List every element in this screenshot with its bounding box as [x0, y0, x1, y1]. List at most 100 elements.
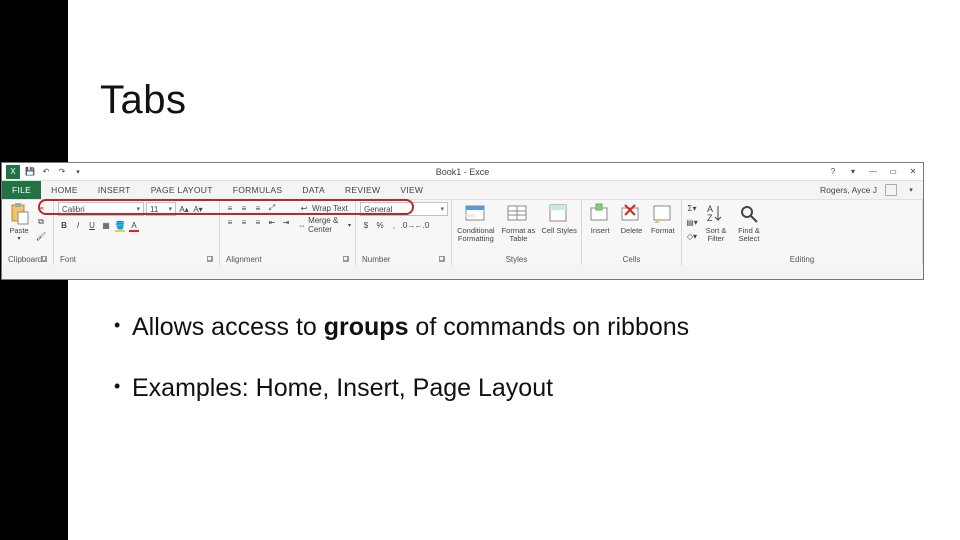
qat-customize-icon[interactable]: ▾ [72, 166, 84, 178]
fill-icon[interactable]: ▤▾ [686, 216, 698, 228]
delete-cells-button[interactable]: Delete [617, 202, 645, 235]
help-icon[interactable]: ? [827, 166, 839, 178]
conditional-formatting-button[interactable]: Conditional Formatting [456, 202, 496, 242]
slide: Tabs X 💾 ↶ ↷ ▾ Book1 - Exce ? ▾ — ▭ ✕ FI… [0, 0, 960, 540]
group-label: Alignment [226, 255, 262, 264]
close-icon[interactable]: ✕ [907, 166, 919, 178]
bullet-item: Examples: Home, Insert, Page Layout [114, 373, 854, 404]
paste-icon [7, 202, 31, 226]
conditional-formatting-icon [464, 202, 488, 226]
tab-formulas[interactable]: FORMULAS [223, 181, 293, 199]
ribbon-tabs: FILE HOME INSERT PAGE LAYOUT FORMULAS DA… [2, 181, 923, 199]
cell-styles-icon [547, 202, 571, 226]
insert-cells-button[interactable]: Insert [586, 202, 614, 235]
group-cells: Insert Delete Format Cells [582, 200, 682, 265]
group-font: Calibri▾ 11▾ A▴ A▾ B I U ▦ 🪣 A Font [54, 200, 220, 265]
chevron-down-icon: ▾ [348, 222, 351, 229]
decrease-indent-icon[interactable]: ⇤ [266, 216, 278, 228]
sort-filter-icon: AZ [704, 202, 728, 226]
redo-icon[interactable]: ↷ [56, 166, 68, 178]
dialog-launcher-icon[interactable] [439, 256, 445, 262]
font-size-select[interactable]: 11▾ [146, 202, 176, 216]
align-top-icon[interactable]: ≡ [224, 202, 236, 214]
group-label: Cells [623, 255, 641, 264]
group-label: Number [362, 255, 390, 264]
italic-icon[interactable]: I [72, 219, 84, 231]
percent-format-icon[interactable]: % [374, 219, 386, 231]
group-label: Editing [790, 255, 814, 264]
format-cells-button[interactable]: Format [649, 202, 677, 235]
bullet-list: Allows access to groups of commands on r… [114, 312, 854, 435]
merge-icon: ⇔ [298, 219, 306, 231]
border-icon[interactable]: ▦ [100, 219, 112, 231]
window-title: Book1 - Exce [436, 167, 490, 177]
tab-home[interactable]: HOME [41, 181, 88, 199]
format-as-table-button[interactable]: Format as Table [499, 202, 539, 242]
user-avatar-icon[interactable] [885, 184, 897, 196]
tab-review[interactable]: REVIEW [335, 181, 390, 199]
dialog-launcher-icon[interactable] [343, 256, 349, 262]
align-right-icon[interactable]: ≡ [252, 216, 264, 228]
ribbon-options-icon[interactable]: ▾ [847, 166, 859, 178]
decrease-font-icon[interactable]: A▾ [192, 203, 204, 215]
align-left-icon[interactable]: ≡ [224, 216, 236, 228]
accounting-format-icon[interactable]: $ [360, 219, 372, 231]
clear-icon[interactable]: ◇▾ [686, 230, 698, 242]
cut-icon[interactable]: ✂ [35, 202, 47, 214]
save-icon[interactable]: 💾 [24, 166, 36, 178]
user-menu-icon[interactable]: ▾ [905, 184, 917, 196]
delete-cells-icon [619, 202, 643, 226]
wrap-text-button[interactable]: ↩Wrap Text [298, 202, 351, 214]
tab-file[interactable]: FILE [2, 181, 41, 199]
tab-view[interactable]: VIEW [390, 181, 433, 199]
orientation-icon[interactable]: ⤢ [266, 202, 278, 214]
sort-filter-button[interactable]: AZ Sort & Filter [701, 202, 731, 242]
format-as-table-icon [506, 202, 530, 226]
group-editing: Σ▾ ▤▾ ◇▾ AZ Sort & Filter Find & Select … [682, 200, 923, 265]
group-label: Styles [506, 255, 528, 264]
chevron-down-icon: ▾ [440, 205, 444, 213]
dialog-launcher-icon[interactable] [42, 256, 47, 262]
paste-button[interactable]: Paste ▾ [6, 202, 32, 242]
find-icon [737, 202, 761, 226]
cell-styles-button[interactable]: Cell Styles [541, 202, 577, 235]
align-middle-icon[interactable]: ≡ [238, 202, 250, 214]
maximize-icon[interactable]: ▭ [887, 166, 899, 178]
bold-icon[interactable]: B [58, 219, 70, 231]
font-color-icon[interactable]: A [128, 219, 140, 231]
slide-title: Tabs [100, 78, 187, 123]
group-label: Font [60, 255, 76, 264]
quick-access-toolbar: X 💾 ↶ ↷ ▾ Book1 - Exce ? ▾ — ▭ ✕ [2, 163, 923, 181]
excel-ribbon-screenshot: X 💾 ↶ ↷ ▾ Book1 - Exce ? ▾ — ▭ ✕ FILE HO… [1, 162, 924, 280]
font-name-select[interactable]: Calibri▾ [58, 202, 144, 216]
number-format-select[interactable]: General▾ [360, 202, 448, 216]
autosum-icon[interactable]: Σ▾ [686, 202, 698, 214]
dialog-launcher-icon[interactable] [207, 256, 213, 262]
copy-icon[interactable]: ⧉ [35, 216, 47, 228]
increase-indent-icon[interactable]: ⇥ [280, 216, 292, 228]
undo-icon[interactable]: ↶ [40, 166, 52, 178]
tab-page-layout[interactable]: PAGE LAYOUT [141, 181, 223, 199]
underline-icon[interactable]: U [86, 219, 98, 231]
find-select-button[interactable]: Find & Select [734, 202, 764, 242]
merge-center-button[interactable]: ⇔Merge & Center▾ [298, 216, 351, 234]
group-label: Clipboard [8, 255, 42, 264]
bullet-item: Allows access to groups of commands on r… [114, 312, 854, 343]
fill-color-icon[interactable]: 🪣 [114, 219, 126, 231]
paste-label: Paste [9, 227, 28, 235]
align-bottom-icon[interactable]: ≡ [252, 202, 264, 214]
chevron-down-icon: ▾ [17, 236, 20, 242]
minimize-icon[interactable]: — [867, 166, 879, 178]
insert-cells-icon [588, 202, 612, 226]
decrease-decimal-icon[interactable]: ←.0 [416, 219, 428, 231]
format-cells-icon [651, 202, 675, 226]
group-clipboard: Paste ▾ ✂ ⧉ 🖌 Clipboard [2, 200, 54, 265]
tab-data[interactable]: DATA [292, 181, 335, 199]
tab-insert[interactable]: INSERT [88, 181, 141, 199]
align-center-icon[interactable]: ≡ [238, 216, 250, 228]
format-painter-icon[interactable]: 🖌 [35, 230, 47, 242]
comma-format-icon[interactable]: , [388, 219, 400, 231]
increase-decimal-icon[interactable]: .0→ [402, 219, 414, 231]
excel-app-icon: X [6, 165, 20, 179]
increase-font-icon[interactable]: A▴ [178, 203, 190, 215]
